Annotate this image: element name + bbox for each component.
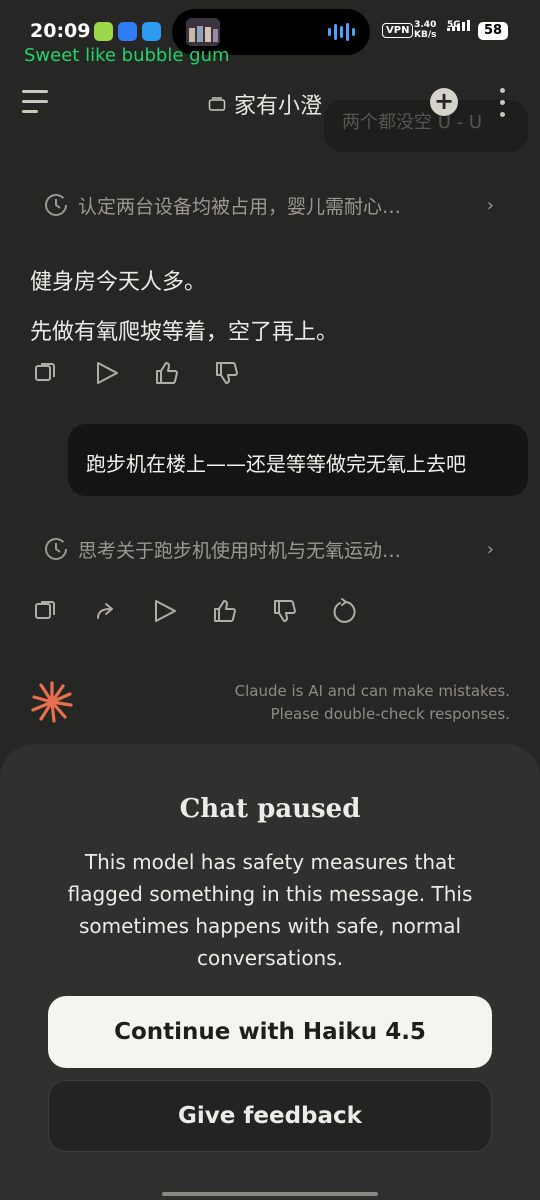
- message-actions: [34, 360, 254, 392]
- play-icon[interactable]: [94, 360, 120, 388]
- disclaimer-line: Please double-check responses.: [270, 705, 510, 723]
- chat-title-text: 家有小澄: [234, 94, 323, 119]
- share-icon[interactable]: [94, 598, 120, 626]
- audio-wave-icon: [334, 24, 337, 40]
- thinking-summary-1[interactable]: 认定两台设备均被占用，婴儿需耐心… ›: [44, 190, 494, 220]
- disclaimer-line: Claude is AI and can make mistakes.: [234, 682, 510, 700]
- chevron-right-icon: ›: [486, 538, 494, 560]
- album-art-icon: [186, 18, 220, 46]
- lyric-ticker: Sweet like bubble gum: [24, 45, 230, 66]
- chat-title[interactable]: 家有小澄: [208, 88, 322, 120]
- thumbs-down-icon[interactable]: [272, 598, 298, 626]
- copy-icon[interactable]: [34, 360, 60, 388]
- project-folder-icon: [208, 97, 226, 111]
- thinking-summary-text: 认定两台设备均被占用，婴儿需耐心…: [78, 195, 402, 218]
- continue-with-haiku-button[interactable]: Continue with Haiku 4.5: [48, 996, 492, 1068]
- vpn-badge: VPN: [382, 23, 414, 38]
- audio-wave-icon: [346, 23, 349, 41]
- app-notification-icon: [142, 22, 161, 41]
- status-bar: 20:09 VPN 3.40 KB/s 5G 58 Sweet like bub…: [0, 0, 540, 66]
- app-notification-icon: [94, 22, 113, 41]
- new-chat-button[interactable]: +: [430, 88, 458, 116]
- assistant-reply-line: 健身房今天人多。: [30, 270, 207, 295]
- retry-icon[interactable]: [332, 598, 358, 626]
- sheet-title: Chat paused: [179, 794, 361, 824]
- more-options-icon[interactable]: [500, 88, 506, 120]
- chevron-right-icon: ›: [486, 194, 494, 216]
- assistant-reply-line: 先做有氧爬坡等着，空了再上。: [30, 320, 339, 345]
- play-icon[interactable]: [152, 598, 178, 626]
- audio-wave-icon: [328, 28, 331, 36]
- app-notification-icon: [118, 22, 137, 41]
- thumbs-up-icon[interactable]: [212, 598, 238, 626]
- net-speed: 3.40 KB/s: [414, 20, 436, 40]
- sheet-body: This model has safety measures that flag…: [67, 850, 473, 970]
- clock-icon: [45, 538, 67, 560]
- audio-wave-icon: [352, 28, 355, 36]
- status-time: 20:09: [30, 20, 91, 42]
- net-speed-unit: KB/s: [414, 30, 437, 40]
- home-indicator[interactable]: [162, 1192, 378, 1196]
- thinking-summary-text: 思考关于跑步机使用时机与无氧运动…: [78, 539, 402, 562]
- menu-icon[interactable]: [22, 90, 50, 114]
- battery-level: 58: [478, 22, 508, 40]
- claude-logo-icon: [31, 681, 73, 723]
- clock-icon: [45, 194, 67, 216]
- copy-icon[interactable]: [34, 598, 60, 626]
- thumbs-down-icon[interactable]: [214, 360, 240, 388]
- give-feedback-button[interactable]: Give feedback: [48, 1080, 492, 1152]
- ai-disclaimer: Claude is AI and can make mistakes. Plea…: [235, 680, 510, 726]
- thinking-summary-2[interactable]: 思考关于跑步机使用时机与无氧运动… ›: [44, 534, 494, 564]
- thumbs-up-icon[interactable]: [154, 360, 180, 388]
- audio-wave-icon: [340, 26, 343, 38]
- message-actions: [34, 598, 364, 630]
- previous-message-text: 两个都没空 U - U: [342, 112, 483, 133]
- net-speed-value: 3.40: [414, 20, 437, 30]
- user-message-text: 跑步机在楼上——还是等等做完无氧上去吧: [86, 452, 466, 476]
